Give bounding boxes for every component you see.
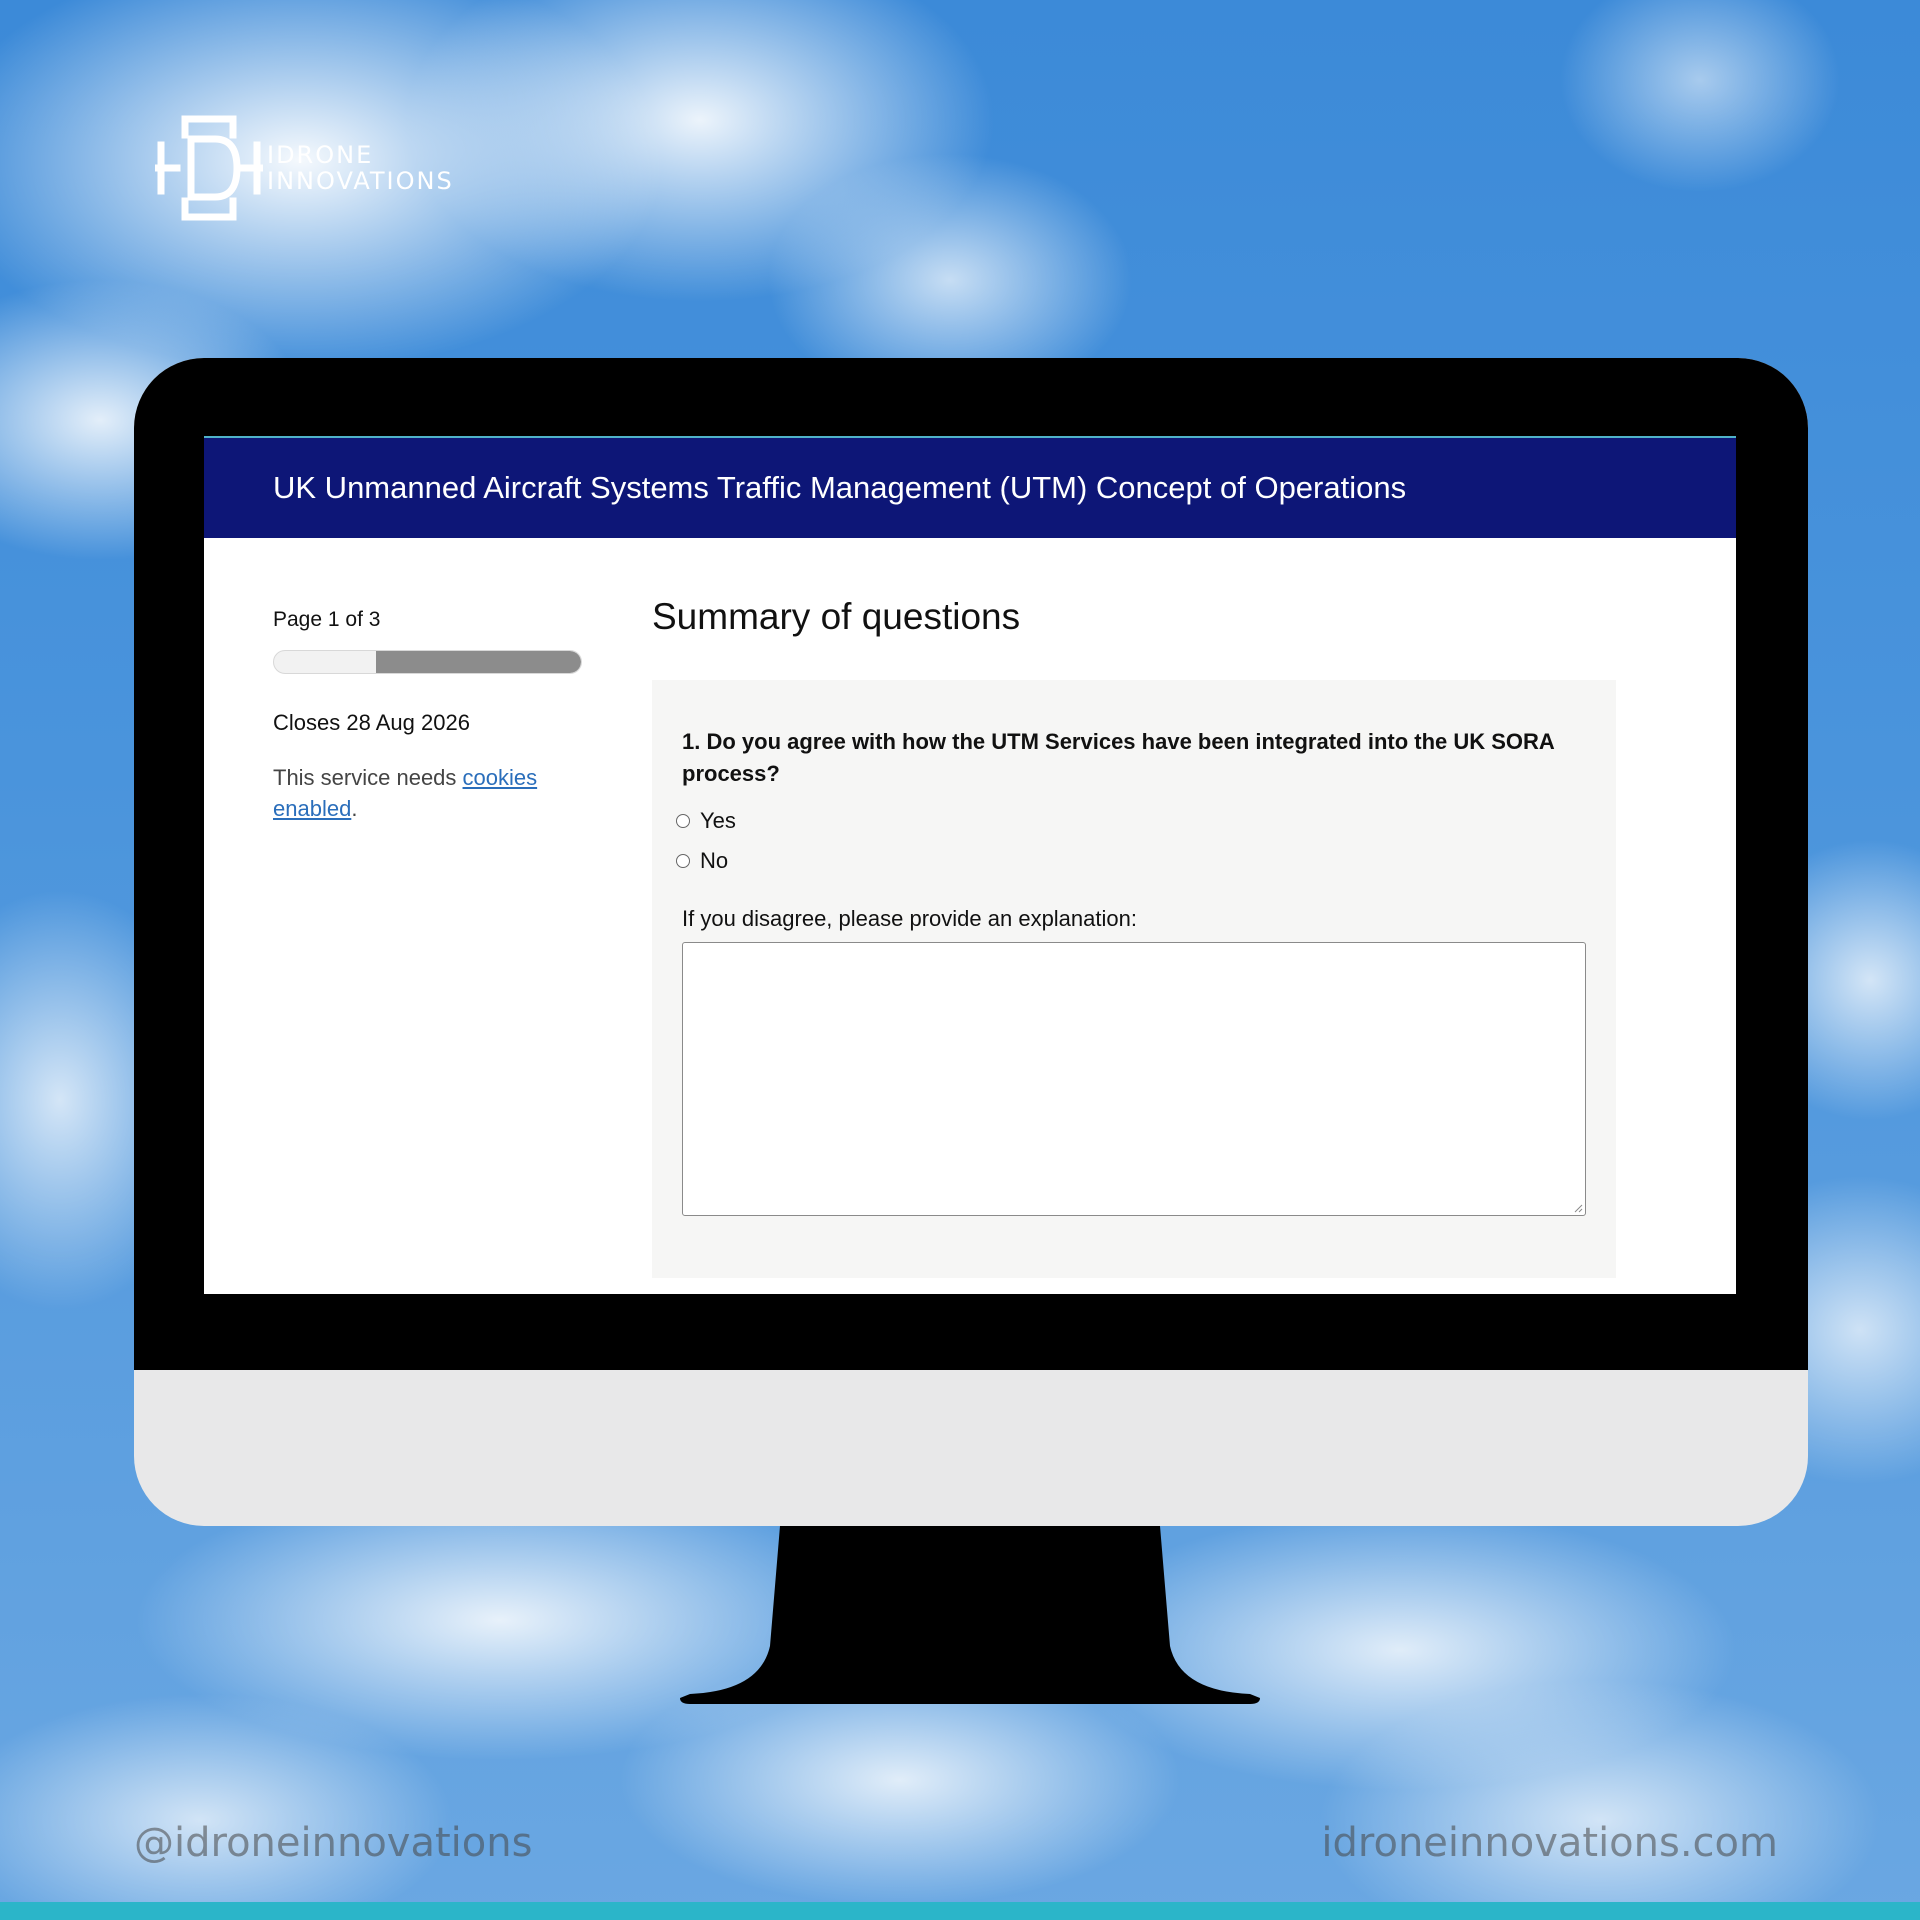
brand-logo: IDRONE INNOVATIONS xyxy=(155,115,454,221)
monitor-frame: UK Unmanned Aircraft Systems Traffic Man… xyxy=(134,358,1808,1526)
radio-label-yes: Yes xyxy=(700,808,736,833)
cookie-notice: This service needs cookies enabled. xyxy=(273,762,585,824)
section-heading: Summary of questions xyxy=(652,596,1021,637)
radio-option-no[interactable]: No xyxy=(676,848,1586,874)
radio-label-no: No xyxy=(700,848,729,873)
monitor-stand xyxy=(680,1526,1260,1704)
sidebar: Page 1 of 3 Closes 28 Aug 2026 This serv… xyxy=(273,608,585,824)
closing-date: Closes 28 Aug 2026 xyxy=(273,710,470,735)
brand-line-2: INNOVATIONS xyxy=(267,167,454,195)
social-handle: @idroneinnovations xyxy=(134,1820,533,1866)
idi-monogram-icon xyxy=(155,115,263,221)
brand-wordmark: IDRONE INNOVATIONS xyxy=(267,142,454,194)
progress-bar xyxy=(273,650,582,674)
question-card: 1. Do you agree with how the UTM Service… xyxy=(652,680,1616,1278)
radio-option-yes[interactable]: Yes xyxy=(676,808,1586,834)
cookie-notice-suffix: . xyxy=(351,796,358,821)
question-text: 1. Do you agree with how the UTM Service… xyxy=(682,729,1555,786)
radio-button-no[interactable] xyxy=(676,854,690,868)
monitor-screen: UK Unmanned Aircraft Systems Traffic Man… xyxy=(204,436,1736,1294)
page-title: UK Unmanned Aircraft Systems Traffic Man… xyxy=(273,470,1407,505)
explanation-label: If you disagree, please provide an expla… xyxy=(682,906,1137,931)
cookie-notice-prefix: This service needs xyxy=(273,765,463,790)
resize-grip-icon[interactable] xyxy=(1573,1203,1583,1213)
brand-line-1: IDRONE xyxy=(267,141,374,169)
site-header: UK Unmanned Aircraft Systems Traffic Man… xyxy=(204,436,1736,538)
explanation-textarea[interactable] xyxy=(682,942,1586,1216)
bottom-accent-bar xyxy=(0,1902,1920,1920)
progress-bar-fill xyxy=(376,651,581,673)
page-indicator: Page 1 of 3 xyxy=(273,608,381,631)
website-url: idroneinnovations.com xyxy=(1321,1820,1778,1866)
radio-button-yes[interactable] xyxy=(676,814,690,828)
main-content: Summary of questions 1. Do you agree wit… xyxy=(652,596,1616,1278)
